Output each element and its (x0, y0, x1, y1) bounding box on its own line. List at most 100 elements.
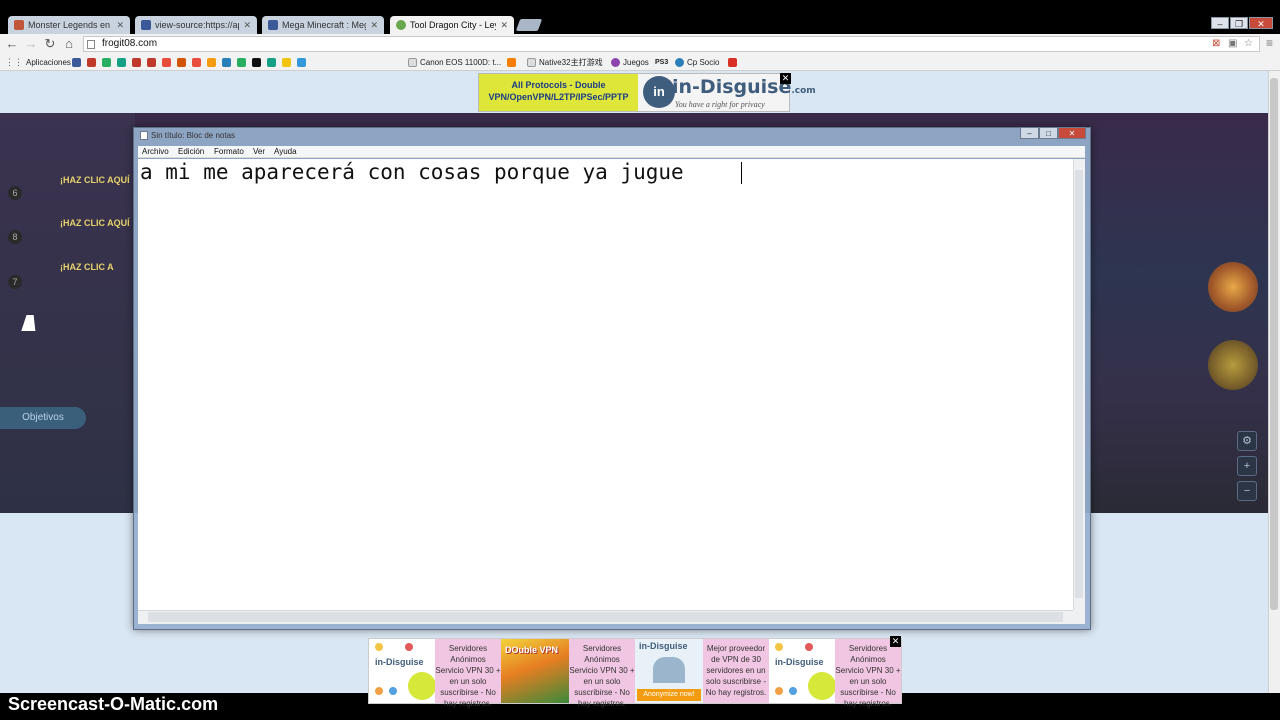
top-ad-text[interactable]: All Protocols - Double VPN/OpenVPN/L2TP/… (479, 74, 638, 111)
close-tab-icon[interactable]: ✕ (116, 20, 124, 31)
tab-tool-dragon-city[interactable]: Tool Dragon City - Leyen ✕ (390, 16, 514, 34)
close-tab-icon[interactable]: ✕ (500, 20, 508, 31)
tab-view-source[interactable]: view-source:https://app ✕ (135, 16, 257, 34)
resize-grip[interactable] (1073, 610, 1085, 624)
close-ad-icon[interactable]: ✕ (780, 73, 791, 84)
bookmark-canon[interactable]: Canon EOS 1100D: t... (408, 56, 501, 69)
bookmark-site-icon[interactable] (267, 58, 276, 67)
ad-text-cell[interactable]: Servidores Anónimos Servicio VPN 30 + en… (835, 639, 901, 708)
notepad-icon (140, 131, 148, 140)
home-icon[interactable]: ⌂ (61, 36, 77, 52)
address-bar[interactable]: frogit08.com (83, 36, 1260, 52)
bookmark-apps[interactable]: ⋮⋮ Aplicaciones (5, 56, 71, 69)
menu-edicion[interactable]: Edición (178, 147, 204, 156)
ad-text-cell[interactable]: Servidores Anónimos Servicio VPN 30 + en… (435, 639, 501, 708)
bookmark-site-icon[interactable] (162, 58, 171, 67)
bookmark-site-icon[interactable] (177, 58, 186, 67)
back-icon[interactable]: ← (4, 36, 20, 52)
notepad-text-area[interactable]: a mi me aparecerá con cosas porque ya ju… (138, 159, 1073, 610)
bookmark-site-icon[interactable] (237, 58, 246, 67)
close-icon[interactable]: ✕ (1058, 127, 1086, 139)
extension-icon[interactable]: ▣ (1228, 38, 1237, 49)
zoom-in-icon[interactable]: + (1237, 456, 1257, 476)
close-window-icon[interactable]: ✕ (1249, 17, 1273, 29)
windows-icon[interactable] (207, 58, 216, 67)
close-tab-icon[interactable]: ✕ (243, 20, 251, 31)
decorative-dot (805, 643, 813, 651)
bookmark-icon-group (72, 56, 306, 69)
zoom-out-icon[interactable]: − (1237, 481, 1257, 501)
bookmark-cpsocio[interactable]: Cp Socio (675, 56, 719, 69)
ad-text-cell[interactable]: Mejor proveedor de VPN de 30 servidores … (703, 639, 769, 703)
tab-label: Mega Minecraft : Megacr (282, 20, 366, 30)
game-click-here-button[interactable]: ¡HAZ CLIC AQUÍ (60, 218, 130, 234)
ad-line: All Protocols - Double (511, 80, 606, 90)
notepad-vertical-scroll-thumb[interactable] (1075, 170, 1083, 598)
decorative-disc (408, 672, 436, 700)
ad-cta[interactable]: Anonymize now! (637, 689, 701, 701)
level-badge: 8 (8, 230, 22, 244)
menu-ayuda[interactable]: Ayuda (274, 147, 297, 156)
page-scrollbar-thumb[interactable] (1270, 78, 1278, 610)
folder-icon[interactable] (282, 58, 291, 67)
facebook-icon (268, 20, 278, 30)
close-tab-icon[interactable]: ✕ (370, 20, 378, 31)
bookmark-site-icon[interactable] (252, 58, 261, 67)
shield-icon[interactable] (87, 58, 96, 67)
level-badge: 7 (8, 275, 22, 289)
bookmark-label: Native32主打游戏 (539, 58, 603, 67)
bookmark-site-icon (675, 58, 684, 67)
bookmark-site-icon[interactable] (132, 58, 141, 67)
level-badge: 6 (8, 186, 22, 200)
bookmark-site-icon[interactable] (117, 58, 126, 67)
facebook-icon[interactable] (72, 58, 81, 67)
game-click-here-button[interactable]: ¡HAZ CLIC AQUÍ (60, 175, 130, 191)
forward-icon[interactable]: → (23, 36, 39, 52)
menu-ver[interactable]: Ver (253, 147, 265, 156)
decorative-dot (775, 687, 783, 695)
settings-icon[interactable]: ⚙ (1237, 431, 1257, 451)
blocked-icon[interactable]: ⊠ (1212, 38, 1220, 49)
bookmark-label: Canon EOS 1100D: t... (420, 58, 502, 67)
bookmark-ps3[interactable]: PS3 (655, 56, 668, 69)
double-vpn-ad[interactable]: DOuble VPN (501, 639, 569, 703)
close-ad-icon[interactable]: ✕ (890, 636, 901, 647)
bookmark-site-icon[interactable] (297, 58, 306, 67)
bookmark-juegos[interactable]: Juegos (611, 56, 649, 69)
bookmark-site-icon[interactable] (222, 58, 231, 67)
bookmark-gmail[interactable] (728, 56, 737, 69)
ad-people-cell[interactable]: in-Disguise Anonymize now! (635, 639, 703, 703)
maximize-icon[interactable]: □ (1039, 127, 1058, 139)
star-icon[interactable]: ☆ (1244, 38, 1253, 49)
game-click-here-button[interactable]: ¡HAZ CLIC A (60, 262, 114, 278)
menu-formato[interactable]: Formato (214, 147, 244, 156)
objectives-button[interactable]: Objetivos (0, 407, 86, 429)
bookmark-label: Aplicaciones (26, 58, 71, 67)
tab-monster-legends[interactable]: Monster Legends en Face ✕ (8, 16, 130, 34)
bookmark-native32[interactable]: Native32主打游戏 (527, 56, 603, 69)
game-orb[interactable] (1208, 262, 1258, 312)
notepad-horizontal-scroll-thumb[interactable] (148, 612, 1063, 622)
reload-icon[interactable]: ↻ (42, 36, 58, 52)
bookmark-label: Juegos (623, 58, 649, 67)
game-side-panel (0, 113, 135, 513)
game-timer-orb[interactable] (1208, 340, 1258, 390)
ad-line: VPN/OpenVPN/L2TP/IPSec/PPTP (488, 92, 629, 102)
bookmark-blogger[interactable] (507, 56, 516, 69)
tab-label: Tool Dragon City - Leyen (410, 20, 496, 30)
maximize-icon[interactable]: ❐ (1230, 17, 1248, 29)
bookmark-site-icon[interactable] (102, 58, 111, 67)
minimize-icon[interactable]: – (1020, 127, 1039, 139)
tab-mega-minecraft[interactable]: Mega Minecraft : Megacr ✕ (262, 16, 384, 34)
minimize-icon[interactable]: – (1211, 17, 1229, 29)
new-tab-button[interactable] (515, 19, 543, 31)
decorative-dot (375, 643, 383, 651)
menu-archivo[interactable]: Archivo (142, 147, 169, 156)
tab-label: view-source:https://app (155, 20, 240, 30)
notepad-title: Sin título: Bloc de notas (151, 131, 236, 140)
ad-text-cell[interactable]: Servidores Anónimos Servicio VPN 30 + en… (569, 639, 635, 708)
bookmark-site-icon[interactable] (147, 58, 156, 67)
menu-icon[interactable]: ≡ (1266, 36, 1273, 50)
double-vpn-label: DOuble VPN (505, 645, 559, 655)
bookmark-site-icon[interactable] (192, 58, 201, 67)
